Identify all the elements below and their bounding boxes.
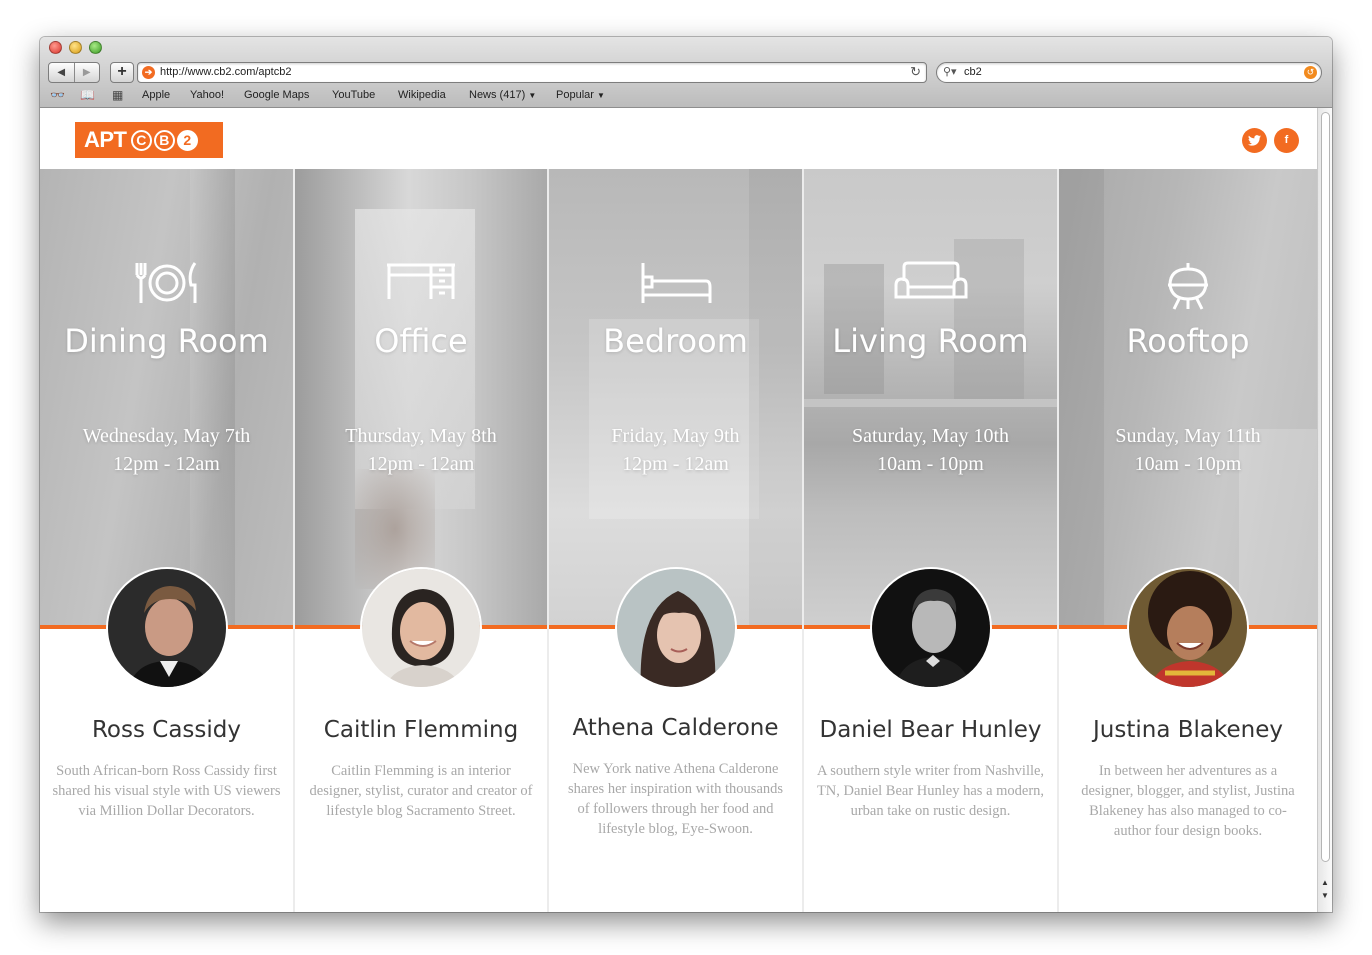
room-date: Saturday, May 10th [851, 425, 1009, 447]
desk-icon [387, 263, 455, 299]
facebook-icon[interactable]: f [1274, 128, 1299, 153]
avatar[interactable] [1127, 567, 1249, 689]
bookmark-youtube[interactable]: YouTube [332, 89, 375, 101]
address-bar-url[interactable]: http://www.cb2.com/aptcb2 [160, 66, 291, 78]
apt-cb2-logo[interactable]: APT C B 2 [75, 122, 223, 158]
logo-apt-text: APT [84, 127, 127, 152]
close-window-button[interactable] [49, 41, 62, 54]
room-schedule: Thursday, May 8th 12pm - 12am [295, 422, 547, 478]
host-bio: A southern style writer from Nashville, … [816, 763, 1045, 819]
logo-letter-b: B [153, 129, 175, 151]
back-arrow-icon: ◀ [57, 67, 66, 78]
room-panel-bedroom[interactable]: Bedroom Friday, May 9th 12pm - 12am Athe… [549, 169, 802, 912]
scroll-up-arrow-icon[interactable]: ▲ [1321, 878, 1329, 887]
host-name: Ross Cassidy [91, 717, 242, 743]
room-time: 12pm - 12am [622, 453, 729, 475]
room-hero-image: Bedroom Friday, May 9th 12pm - 12am [549, 169, 802, 627]
room-title: Rooftop [1126, 322, 1250, 360]
scrollbar-thumb[interactable] [1321, 112, 1330, 862]
bed-icon [641, 263, 711, 303]
browser-window: ◀ ▶ + ➔ http://www.cb2.com/aptcb2 ↻ ⚲▾ c… [40, 37, 1332, 912]
host-name: Daniel Bear Hunley [819, 717, 1042, 743]
logo-letter-2: 2 [176, 129, 198, 151]
room-title: Office [374, 322, 468, 360]
room-date: Friday, May 9th [611, 425, 740, 447]
host-name: Athena Calderone [572, 715, 779, 741]
logo-letter-c: C [130, 129, 152, 151]
bookmark-news-label: News (417) [469, 89, 526, 101]
room-panel-living[interactable]: Living Room Saturday, May 10th 10am - 10… [804, 169, 1057, 912]
site-favicon-icon: ➔ [142, 66, 155, 79]
host-name: Justina Blakeney [1093, 717, 1283, 743]
back-button[interactable]: ◀ [49, 63, 75, 82]
chevron-down-icon: ▼ [528, 91, 537, 100]
room-panel-office[interactable]: Office Thursday, May 8th 12pm - 12am Cai… [295, 169, 547, 912]
room-time: 10am - 10pm [877, 453, 984, 475]
host-bio: New York native Athena Calderone shares … [567, 761, 784, 837]
grill-icon [1168, 263, 1208, 310]
twitter-icon[interactable] [1242, 128, 1267, 153]
minimize-window-button[interactable] [69, 41, 82, 54]
search-field-text[interactable]: cb2 [964, 66, 982, 78]
avatar[interactable] [614, 567, 737, 689]
bookmarks-bar: 👓 📖 ▦ Apple Yahoo! Google Maps YouTube W… [40, 87, 1332, 105]
search-field[interactable]: ⚲▾ cb2 ↺ [936, 62, 1322, 83]
room-schedule: Sunday, May 11th 10am - 10pm [1059, 422, 1317, 478]
site-header: APT C B 2 f [40, 108, 1317, 169]
room-time: 12pm - 12am [367, 453, 475, 475]
room-date: Thursday, May 8th [345, 425, 497, 447]
avatar[interactable] [105, 567, 228, 689]
search-icon[interactable]: ⚲▾ [943, 65, 957, 78]
room-title: Bedroom [603, 322, 748, 360]
room-schedule: Friday, May 9th 12pm - 12am [549, 422, 802, 478]
page-content: APT C B 2 f Dining Room Wednesday, May 7… [40, 108, 1317, 912]
room-schedule: Wednesday, May 7th 12pm - 12am [40, 422, 293, 478]
room-panel-rooftop[interactable]: Rooftop Sunday, May 11th 10am - 10pm Jus… [1059, 169, 1317, 912]
host-name: Caitlin Flemming [323, 717, 519, 743]
host-bio: In between her adventures as a designer,… [1081, 763, 1295, 839]
add-bookmark-button[interactable]: + [110, 62, 134, 83]
forward-button[interactable]: ▶ [75, 63, 100, 82]
room-panel-dining[interactable]: Dining Room Wednesday, May 7th 12pm - 12… [40, 169, 293, 912]
bookmarks-book-icon[interactable]: 📖 [80, 88, 95, 102]
bookmark-popular[interactable]: Popular ▼ [556, 89, 605, 101]
bookmark-wikipedia[interactable]: Wikipedia [398, 89, 446, 101]
bookmark-news[interactable]: News (417) ▼ [469, 89, 536, 101]
avatar[interactable] [360, 567, 482, 689]
zoom-window-button[interactable] [89, 41, 102, 54]
room-hero-image: Dining Room Wednesday, May 7th 12pm - 12… [40, 169, 293, 627]
room-hero-image: Office Thursday, May 8th 12pm - 12am [295, 169, 547, 627]
top-sites-grid-icon[interactable]: ▦ [112, 88, 123, 102]
plus-icon: + [117, 63, 127, 80]
host-bio: Caitlin Flemming is an interior designer… [309, 763, 533, 819]
room-date: Sunday, May 11th [1115, 425, 1261, 447]
bookmark-apple[interactable]: Apple [142, 89, 170, 101]
room-title: Living Room [832, 322, 1029, 360]
room-time: 12pm - 12am [113, 453, 220, 475]
search-go-icon[interactable]: ↺ [1304, 66, 1317, 79]
room-schedule: Saturday, May 10th 10am - 10pm [804, 422, 1057, 478]
chevron-down-icon: ▼ [596, 91, 605, 100]
room-hero-image: Living Room Saturday, May 10th 10am - 10… [804, 169, 1057, 627]
reload-icon[interactable]: ↻ [910, 64, 921, 80]
reading-list-icon[interactable]: 👓 [50, 88, 65, 102]
room-title: Dining Room [64, 322, 269, 360]
dining-icon [135, 262, 196, 303]
address-bar[interactable]: ➔ http://www.cb2.com/aptcb2 ↻ [137, 62, 927, 83]
sofa-icon [894, 261, 967, 299]
browser-toolbar: ◀ ▶ + ➔ http://www.cb2.com/aptcb2 ↻ ⚲▾ c… [40, 37, 1332, 108]
bookmark-popular-label: Popular [556, 89, 594, 101]
bookmark-yahoo[interactable]: Yahoo! [190, 89, 224, 101]
room-date: Wednesday, May 7th [82, 425, 251, 447]
room-time: 10am - 10pm [1134, 453, 1242, 475]
host-bio: South African-born Ross Cassidy first sh… [52, 763, 281, 819]
vertical-scrollbar[interactable]: ▲ ▼ [1317, 108, 1332, 912]
scroll-down-arrow-icon[interactable]: ▼ [1321, 891, 1329, 900]
room-hero-image: Rooftop Sunday, May 11th 10am - 10pm [1059, 169, 1317, 627]
history-buttons: ◀ ▶ [48, 62, 100, 83]
bookmark-google-maps[interactable]: Google Maps [244, 89, 309, 101]
forward-arrow-icon: ▶ [82, 67, 91, 78]
avatar[interactable] [869, 567, 992, 689]
